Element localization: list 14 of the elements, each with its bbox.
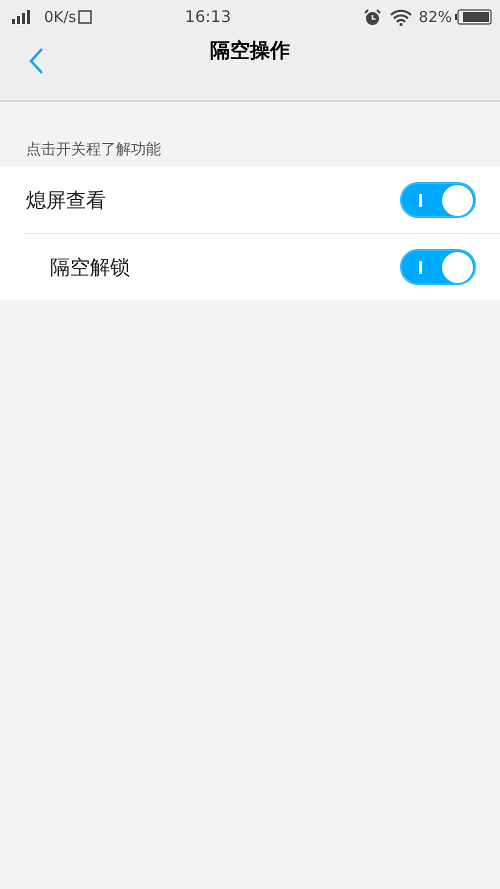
battery-icon xyxy=(455,9,492,25)
toggle-switch[interactable] xyxy=(400,182,476,218)
section-caption: 点击开关程了解功能 xyxy=(26,138,161,160)
wifi-icon xyxy=(390,8,412,26)
alarm-icon xyxy=(364,8,381,26)
setting-label: 隔空解锁 xyxy=(50,254,131,281)
clock-time: 16:13 xyxy=(184,6,231,28)
battery-percent: 82% xyxy=(418,6,452,28)
page-title: 隔空操作 xyxy=(210,37,290,64)
screen-icon xyxy=(78,10,92,24)
toggle-switch[interactable] xyxy=(400,249,476,285)
network-speed: 0K/s xyxy=(44,6,76,28)
back-icon xyxy=(28,47,44,75)
setting-label: 熄屏查看 xyxy=(26,186,107,214)
